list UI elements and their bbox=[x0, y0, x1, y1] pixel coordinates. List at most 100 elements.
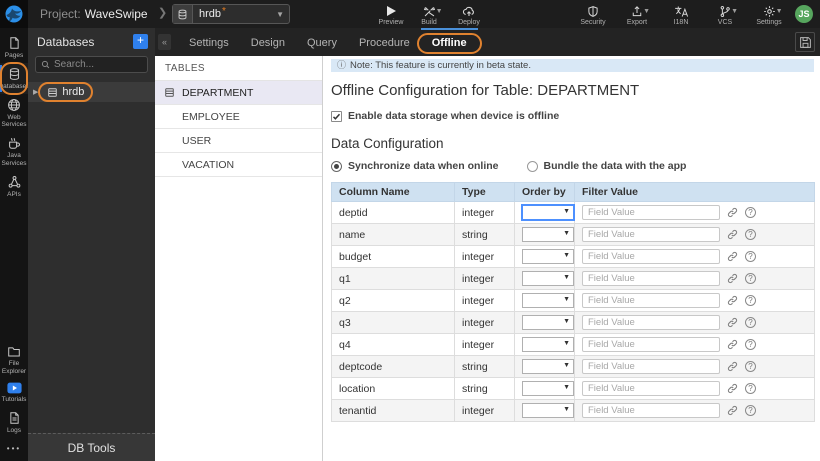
bind-link-icon[interactable] bbox=[727, 405, 738, 416]
sidebar-item-file-explorer[interactable]: File Explorer bbox=[0, 341, 28, 379]
filter-value-cell: ? bbox=[574, 399, 815, 422]
filter-value-input[interactable] bbox=[582, 249, 720, 264]
tab-query[interactable]: Query bbox=[296, 28, 348, 56]
order-by-select[interactable]: ▼ bbox=[522, 337, 574, 352]
order-by-select[interactable]: ▼ bbox=[522, 381, 574, 396]
help-icon[interactable]: ? bbox=[745, 405, 756, 416]
order-by-select[interactable]: ▼ bbox=[522, 403, 574, 418]
collapse-panel-icon[interactable]: « bbox=[158, 34, 171, 50]
beta-note-banner: ⓘ Note: This feature is currently in bet… bbox=[331, 59, 814, 72]
chevron-down-icon: ▼ bbox=[563, 340, 570, 347]
filter-value-input[interactable] bbox=[582, 359, 720, 374]
help-icon[interactable]: ? bbox=[745, 383, 756, 394]
filter-value-input[interactable] bbox=[582, 271, 720, 286]
order-by-select[interactable]: ▼ bbox=[522, 359, 574, 374]
radio-unselected-icon[interactable] bbox=[526, 160, 538, 172]
table-item-user[interactable]: USER bbox=[155, 129, 322, 153]
bind-link-icon[interactable] bbox=[727, 317, 738, 328]
search-icon bbox=[41, 60, 50, 69]
export-button[interactable]: ▼ Export bbox=[618, 2, 656, 28]
radio-synchronize-online[interactable]: Synchronize data when online bbox=[331, 160, 499, 172]
table-item-employee[interactable]: EMPLOYEE bbox=[155, 105, 322, 129]
sidebar-item-databases[interactable]: Databases bbox=[0, 61, 30, 95]
sidebar-item-web-services[interactable]: Web Services bbox=[0, 94, 28, 133]
radio-bundle-with-app[interactable]: Bundle the data with the app bbox=[526, 160, 686, 172]
bind-link-icon[interactable] bbox=[727, 251, 738, 262]
help-icon[interactable]: ? bbox=[745, 273, 756, 284]
expand-caret-icon[interactable]: ▶ bbox=[33, 88, 38, 96]
config-table-row: q3 integer ▼ ? bbox=[331, 311, 815, 334]
filter-value-input[interactable] bbox=[582, 403, 720, 418]
database-search[interactable] bbox=[35, 56, 148, 73]
order-by-select[interactable]: ▼ bbox=[522, 271, 574, 286]
database-tree-item-hrdb[interactable]: ▶ hrdb bbox=[28, 82, 155, 102]
help-icon[interactable]: ? bbox=[745, 295, 756, 306]
chevron-down-icon: ▼ bbox=[563, 318, 570, 325]
preview-button[interactable]: Preview bbox=[372, 2, 410, 28]
order-by-select[interactable]: ▼ bbox=[522, 315, 574, 330]
sidebar-item-label: Java Services bbox=[1, 152, 27, 167]
bind-link-icon[interactable] bbox=[727, 361, 738, 372]
unsaved-changes-marker: * bbox=[222, 5, 226, 17]
bind-link-icon[interactable] bbox=[727, 273, 738, 284]
vcs-button[interactable]: ▼ VCS bbox=[706, 2, 744, 28]
wavemaker-logo-icon[interactable] bbox=[0, 0, 28, 28]
radio-selected-icon[interactable] bbox=[331, 160, 342, 172]
column-name-cell: name bbox=[331, 223, 455, 246]
bind-link-icon[interactable] bbox=[727, 207, 738, 218]
db-tools-button[interactable]: DB Tools bbox=[28, 433, 155, 461]
build-button[interactable]: ▼ Build bbox=[410, 2, 448, 28]
order-by-select[interactable]: ▼ bbox=[522, 249, 574, 264]
order-by-select[interactable]: ▼ bbox=[522, 293, 574, 308]
filter-value-input[interactable] bbox=[582, 205, 720, 220]
help-icon[interactable]: ? bbox=[745, 207, 756, 218]
sidebar-item-tutorials[interactable]: Tutorials bbox=[0, 378, 28, 407]
tab-offline[interactable]: Offline bbox=[416, 28, 482, 56]
sidebar-item-apis[interactable]: APIs bbox=[0, 171, 28, 202]
search-input[interactable] bbox=[54, 59, 142, 70]
sidebar-item-pages[interactable]: Pages bbox=[0, 32, 28, 63]
filter-value-input[interactable] bbox=[582, 315, 720, 330]
tab-design[interactable]: Design bbox=[240, 28, 296, 56]
order-by-select[interactable]: ▼ bbox=[522, 227, 574, 242]
filter-value-input[interactable] bbox=[582, 337, 720, 352]
order-by-select[interactable]: ▼ bbox=[521, 204, 575, 221]
deploy-button[interactable]: Deploy bbox=[450, 2, 488, 28]
table-icon bbox=[165, 88, 174, 97]
i18n-button[interactable]: I18N bbox=[662, 2, 700, 28]
add-database-button[interactable]: + bbox=[133, 34, 148, 49]
tab-settings[interactable]: Settings bbox=[178, 28, 240, 56]
filter-value-input[interactable] bbox=[582, 227, 720, 242]
table-item-department[interactable]: DEPARTMENT bbox=[155, 81, 322, 105]
bind-link-icon[interactable] bbox=[727, 295, 738, 306]
database-table-icon bbox=[48, 87, 58, 97]
help-icon[interactable]: ? bbox=[745, 317, 756, 328]
note-text: Note: This feature is currently in beta … bbox=[350, 60, 531, 71]
enable-offline-checkbox[interactable] bbox=[331, 110, 342, 122]
filter-value-input[interactable] bbox=[582, 381, 720, 396]
table-item-vacation[interactable]: VACATION bbox=[155, 153, 322, 177]
chevron-down-icon: ▼ bbox=[563, 230, 570, 237]
help-icon[interactable]: ? bbox=[745, 339, 756, 350]
database-selector-dropdown[interactable]: hrdb * ▼ bbox=[172, 4, 290, 24]
enable-offline-storage-option[interactable]: Enable data storage when device is offli… bbox=[331, 110, 816, 122]
user-avatar[interactable]: JS bbox=[795, 5, 813, 23]
sidebar-item-java-services[interactable]: Java Services bbox=[0, 132, 28, 171]
bind-link-icon[interactable] bbox=[727, 339, 738, 350]
help-icon[interactable]: ? bbox=[745, 361, 756, 372]
tab-procedure[interactable]: Procedure bbox=[348, 28, 421, 56]
more-options-icon[interactable]: ••• bbox=[7, 444, 21, 453]
bind-link-icon[interactable] bbox=[727, 229, 738, 240]
settings-button[interactable]: ▼ Settings bbox=[750, 2, 788, 28]
bind-link-icon[interactable] bbox=[727, 383, 738, 394]
sidebar-item-logs[interactable]: Logs bbox=[0, 407, 28, 438]
export-icon: ▼ bbox=[631, 5, 650, 18]
save-button[interactable] bbox=[795, 32, 815, 52]
column-name-cell: location bbox=[331, 377, 455, 400]
filter-value-cell: ? bbox=[574, 245, 815, 268]
security-button[interactable]: Security bbox=[574, 2, 612, 28]
tabs: Settings Design Query Procedure Offline bbox=[178, 28, 482, 56]
filter-value-input[interactable] bbox=[582, 293, 720, 308]
help-icon[interactable]: ? bbox=[745, 251, 756, 262]
help-icon[interactable]: ? bbox=[745, 229, 756, 240]
